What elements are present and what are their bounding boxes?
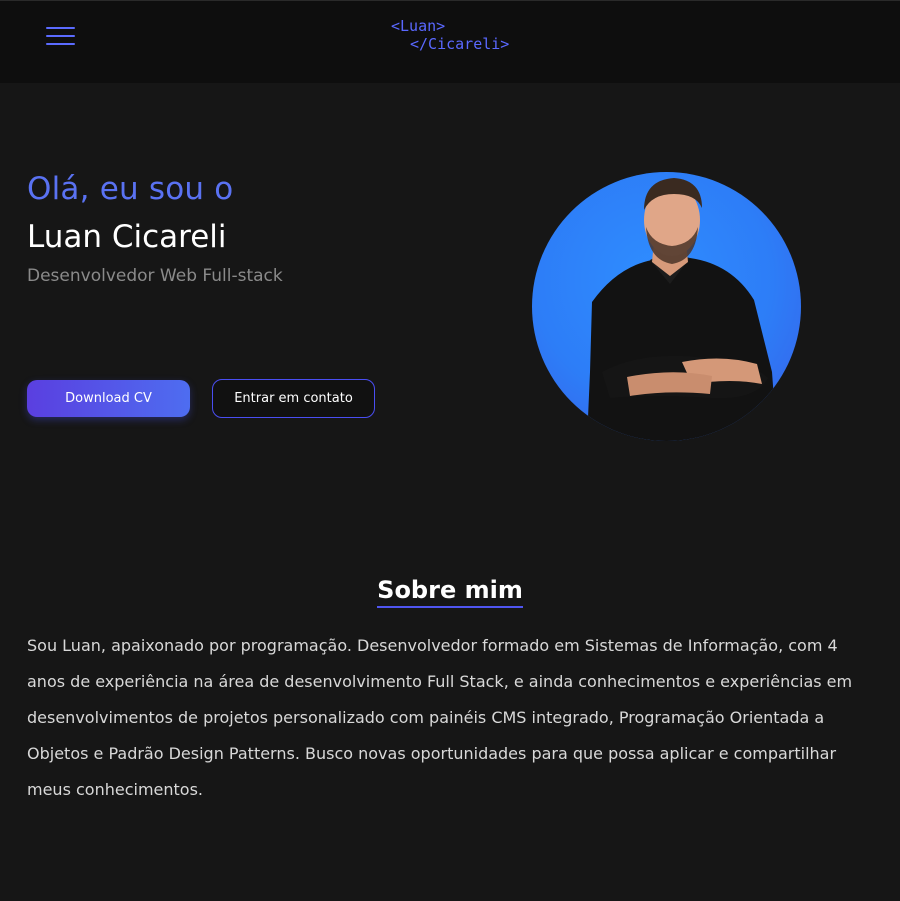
contact-button[interactable]: Entrar em contato [212,379,375,418]
about-heading-text: Sobre mim [377,576,523,608]
hamburger-menu-icon[interactable] [46,25,76,47]
download-cv-button[interactable]: Download CV [27,380,190,417]
menu-bar [46,35,75,37]
profile-photo [532,172,801,441]
menu-bar [46,43,75,45]
menu-bar [46,27,75,29]
hero-greeting: Olá, eu sou o [27,171,234,207]
about-heading: Sobre mim [0,576,900,608]
page: <Luan> </Cicareli> Olá, eu sou o Luan Ci… [0,0,900,901]
about-paragraph: Sou Luan, apaixonado por programação. De… [27,636,853,799]
person-illustration [587,178,777,441]
hero-name: Luan Cicareli [27,219,227,255]
site-logo[interactable]: <Luan> </Cicareli> [391,17,509,53]
logo-line-2: </Cicareli> [410,35,510,53]
hero-role: Desenvolvedor Web Full-stack [27,266,283,286]
site-header: <Luan> </Cicareli> [0,0,900,83]
logo-line-1: <Luan> [391,17,446,35]
